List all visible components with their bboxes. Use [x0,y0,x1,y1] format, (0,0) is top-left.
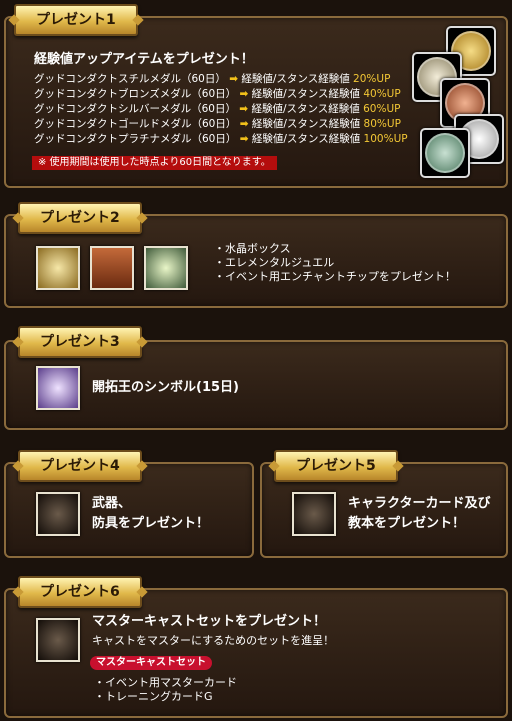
arrow-icon: ➡ [239,118,249,130]
present-2-item: ・水晶ボックス [214,242,291,255]
arrow-icon: ➡ [239,133,249,145]
present-1-row: グッドコンダクトブロンズメダル（60日） ➡ 経験値/スタンス経験値 40%UP [34,88,401,101]
present-1-row: グッドコンダクトプラチナメダル（60日） ➡ 経験値/スタンス経験値 100%U… [34,133,408,146]
present-1-row: グッドコンダクトシルバーメダル（60日） ➡ 経験値/スタンス経験値 60%UP [34,103,400,116]
pioneer-king-symbol-icon [36,366,80,410]
present-6-item: ・イベント用マスターカード [94,676,237,689]
row-value: 100%UP [363,133,408,145]
present-1-note: ※ 使用期間は使用した時点より60日間となります。 [32,156,277,170]
present-1-row: グッドコンダクトゴールドメダル（60日） ➡ 経験値/スタンス経験値 80%UP [34,118,401,131]
crystal-box-icon [36,246,80,290]
row-effect: 経験値/スタンス経験値 [251,88,360,100]
arrow-icon: ➡ [239,103,249,115]
enchant-chip-icon [144,246,188,290]
treasure-chest-icon [90,246,134,290]
present-5-tab: プレゼント5 [274,450,398,482]
present-1-heading: 経験値アップアイテムをプレゼント！ [34,52,254,67]
row-effect: 経験値/スタンス経験値 [251,133,361,145]
row-effect: 経験値/スタンス経験値 [251,103,360,115]
present-1-row: グッドコンダクトスチルメダル（60日） ➡ 経験値/スタンス経験値 20%UP [34,73,390,86]
row-value: 40%UP [363,88,401,100]
row-effect: 経験値/スタンス経験値 [251,118,361,130]
present-6-subtitle: キャストをマスターにするためのセットを進呈！ [92,634,335,647]
arrow-icon: ➡ [239,88,249,100]
master-cast-set-icon [36,618,80,662]
present-2-tab: プレゼント2 [18,202,142,234]
present-6-item: ・トレーニングカードG [94,690,213,703]
present-4-line2: 防具をプレゼント！ [92,516,210,531]
row-item: グッドコンダクトゴールドメダル（60日） [34,118,237,130]
master-cast-set-badge: マスターキャストセット [90,656,212,670]
character-card-icon [292,492,336,536]
present-4-line1: 武器、 [92,496,132,511]
medal-platinum-icon [420,128,470,178]
coin [425,133,465,173]
row-item: グッドコンダクトブロンズメダル（60日） [34,88,237,100]
present-2-item: ・イベント用エンチャントチップをプレゼント！ [214,270,456,283]
row-value: 60%UP [363,103,401,115]
present-2-item: ・エレメンタルジュエル [214,256,335,269]
present-6-title: マスターキャストセットをプレゼント！ [92,614,327,629]
present-5-line2: 教本をプレゼント！ [348,516,466,531]
present-6-tab: プレゼント6 [18,576,142,608]
present-1-tab: プレゼント1 [14,4,138,36]
row-item: グッドコンダクトシルバーメダル（60日） [34,103,236,115]
weapon-armor-icon [36,492,80,536]
row-value: 20%UP [353,73,391,85]
present-5-line1: キャラクターカード及び [348,496,491,511]
present-3-label: 開拓王のシンボル(15日) [92,380,239,395]
arrow-icon: ➡ [229,73,239,85]
row-effect: 経験値/スタンス経験値 [241,73,350,85]
row-item: グッドコンダクトプラチナメダル（60日） [34,133,237,145]
present-4-tab: プレゼント4 [18,450,142,482]
row-item: グッドコンダクトスチルメダル（60日） [34,73,226,85]
row-value: 80%UP [363,118,401,130]
present-3-tab: プレゼント3 [18,326,142,358]
